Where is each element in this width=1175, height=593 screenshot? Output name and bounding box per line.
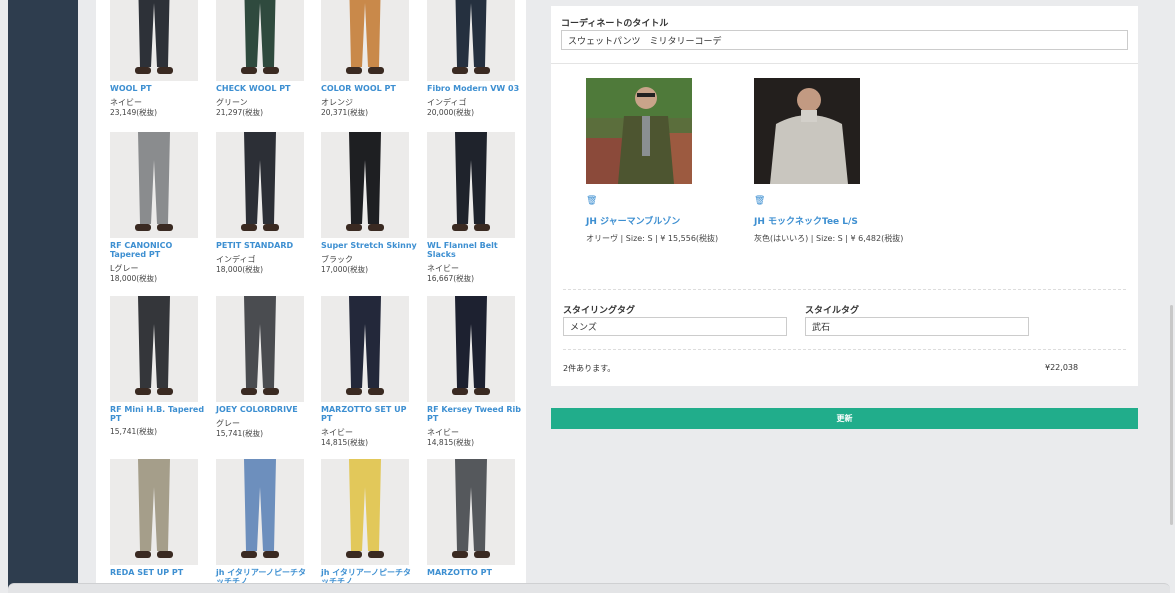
product-name-link[interactable]: WOOL PT [110,84,206,93]
product-image[interactable] [110,0,198,81]
product-name-link[interactable]: REDA SET UP PT [110,568,206,577]
product-name-link[interactable]: MARZOTTO PT [427,568,523,577]
product-image[interactable] [216,296,304,402]
product-image[interactable] [321,0,409,81]
update-button[interactable]: 更新 [551,408,1138,429]
trash-icon[interactable]: 🗑 [754,196,765,206]
product-image[interactable] [321,296,409,402]
item-count: 2件あります。 [563,364,616,373]
product-image[interactable] [321,132,409,238]
item-name-link[interactable]: JH ジャーマンブルゾン [586,214,766,227]
product-image[interactable] [321,459,409,565]
product-card[interactable]: jh イタリアーノピーチタッチチノ [216,459,312,590]
product-card[interactable]: WOOL PT ネイビー 23,149(税抜) [110,0,206,118]
product-card[interactable]: RF CANONICO Tapered PT Lグレー 18,000(税抜) [110,132,206,284]
item-name-link[interactable]: JH モックネックTee L/S [754,214,934,227]
styling-tag-input[interactable] [563,317,787,336]
product-card[interactable]: MARZOTTO SET UP PT ネイビー 14,815(税抜) [321,296,417,448]
title-input[interactable] [561,30,1128,50]
product-name-link[interactable]: Fibro Modern VW 03 [427,84,523,93]
product-card[interactable]: REDA SET UP PT [110,459,206,581]
product-card[interactable]: jh イタリアーノピーチタッチチノ [321,459,417,590]
product-color: グリーン [216,98,248,107]
product-name-link[interactable]: JOEY COLORDRIVE [216,405,312,414]
dashed-divider [563,289,1126,290]
product-image[interactable] [216,459,304,565]
product-color: ネイビー [427,428,459,437]
item-detail: 灰色(はいいろ) | Size: S | ¥ 6,482(税抜) [754,234,904,243]
product-image[interactable] [110,459,198,565]
product-price: 16,667(税抜) [427,274,475,283]
product-image[interactable] [427,296,515,402]
style-tag-input[interactable] [805,317,1029,336]
product-price: 18,000(税抜) [216,265,264,274]
product-image[interactable] [216,132,304,238]
product-color: ブラック [321,255,353,264]
item-image-jacket[interactable] [586,78,692,184]
product-card[interactable]: RF Kersey Tweed Rib PT ネイビー 14,815(税抜) [427,296,523,448]
product-price: 20,371(税抜) [321,108,369,117]
product-price: 14,815(税抜) [427,438,475,447]
product-name-link[interactable]: WL Flannel Belt Slacks [427,241,523,259]
product-panel: WOOL PT ネイビー 23,149(税抜) CHECK WOOL PT グリーン 21… [96,0,526,593]
product-price: 20,000(税抜) [427,108,475,117]
product-name-link[interactable]: CHECK WOOL PT [216,84,312,93]
divider [551,63,1138,64]
product-price: 17,000(税抜) [321,265,369,274]
product-color: ネイビー [110,98,142,107]
item-image-tee[interactable] [754,78,860,184]
dock [8,583,1170,593]
style-tag-label: スタイルタグ [805,306,860,316]
product-color: ネイビー [427,264,459,273]
product-card[interactable]: JOEY COLORDRIVE グレー 15,741(税抜) [216,296,312,439]
product-card[interactable]: Super Stretch Skinny ブラック 17,000(税抜) [321,132,417,275]
trash-icon[interactable]: 🗑 [586,196,597,206]
total-price: ¥22,038 [1045,363,1079,372]
product-name-link[interactable]: RF Mini H.B. Tapered PT [110,405,206,423]
product-color: インディゴ [216,255,256,264]
product-card[interactable]: MARZOTTO PT [427,459,523,581]
product-price: 15,741(税抜) [216,429,264,438]
product-color: インディゴ [427,98,467,107]
product-name-link[interactable]: RF Kersey Tweed Rib PT [427,405,523,423]
product-name-link[interactable]: MARZOTTO SET UP PT [321,405,417,423]
left-sidebar [8,0,78,593]
product-image[interactable] [110,296,198,402]
product-name-link[interactable]: RF CANONICO Tapered PT [110,241,206,259]
product-image[interactable] [427,459,515,565]
product-image[interactable] [427,132,515,238]
product-price: 23,149(税抜) [110,108,158,117]
scrollbar[interactable] [1170,305,1173,525]
coordinate-form: コーディネートのタイトル 🗑 JH ジャーマンブルゾン オリーヴ | Size:… [551,6,1138,386]
product-name-link[interactable]: Super Stretch Skinny [321,241,417,250]
product-name-link[interactable]: PETIT STANDARD [216,241,312,250]
product-price: 15,741(税抜) [110,427,158,436]
product-color: オレンジ [321,98,353,107]
product-card[interactable]: RF Mini H.B. Tapered PT 15,741(税抜) [110,296,206,437]
dashed-divider [563,349,1126,350]
product-price: 14,815(税抜) [321,438,369,447]
styling-tag-label: スタイリングタグ [563,306,636,316]
product-image[interactable] [216,0,304,81]
product-card[interactable]: CHECK WOOL PT グリーン 21,297(税抜) [216,0,312,118]
product-image[interactable] [427,0,515,81]
coordinate-item: 🗑 JH ジャーマンブルゾン オリーヴ | Size: S | ¥ 15,556… [586,78,766,244]
product-name-link[interactable]: COLOR WOOL PT [321,84,417,93]
product-card[interactable]: PETIT STANDARD インディゴ 18,000(税抜) [216,132,312,275]
product-card[interactable]: COLOR WOOL PT オレンジ 20,371(税抜) [321,0,417,118]
product-color: ネイビー [321,428,353,437]
product-price: 21,297(税抜) [216,108,264,117]
product-color: Lグレー [110,264,139,273]
product-card[interactable]: Fibro Modern VW 03 インディゴ 20,000(税抜) [427,0,523,118]
title-label: コーディネートのタイトル [561,19,669,29]
item-detail: オリーヴ | Size: S | ¥ 15,556(税抜) [586,234,719,243]
product-image[interactable] [110,132,198,238]
product-color: グレー [216,419,240,428]
product-card[interactable]: WL Flannel Belt Slacks ネイビー 16,667(税抜) [427,132,523,284]
coordinate-item: 🗑 JH モックネックTee L/S 灰色(はいいろ) | Size: S | … [754,78,934,244]
product-price: 18,000(税抜) [110,274,158,283]
